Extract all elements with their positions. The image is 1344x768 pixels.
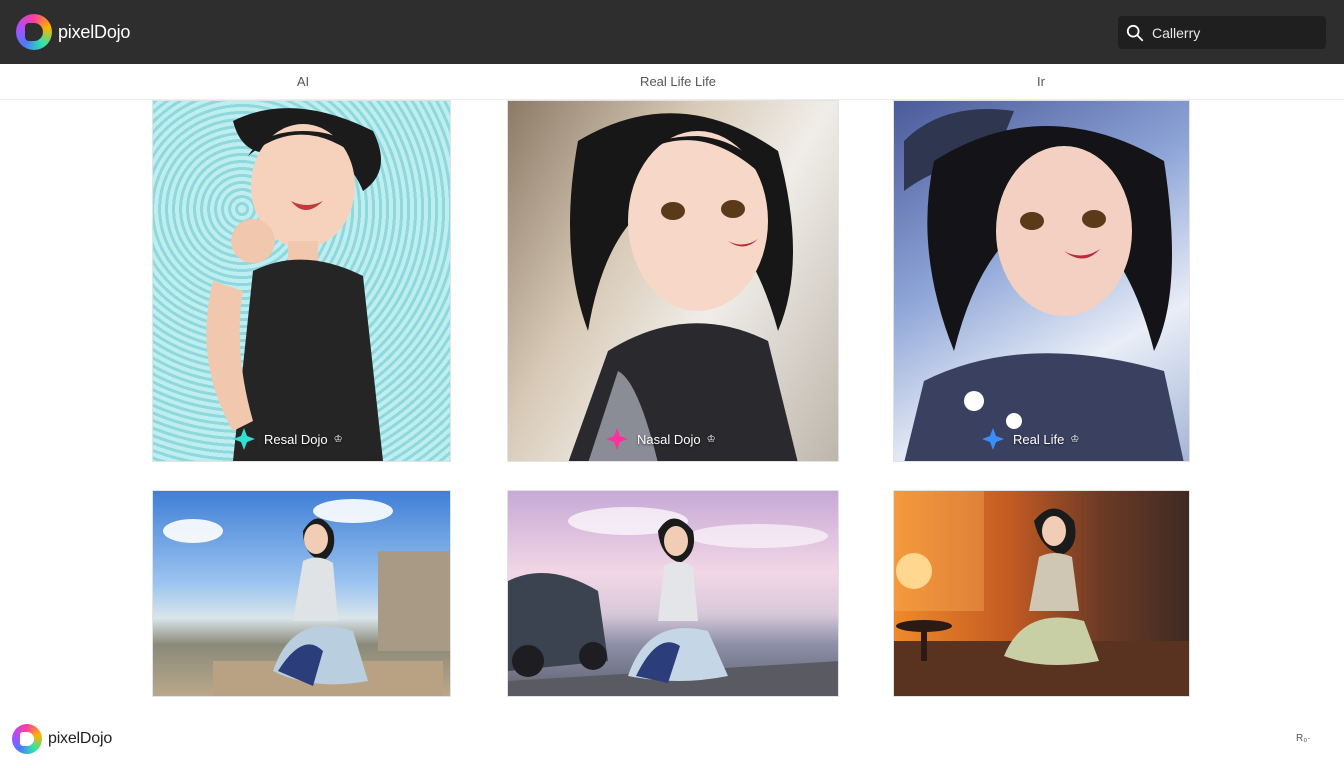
badge-label: Resal Dojo [264, 431, 328, 447]
search-icon [1126, 24, 1144, 41]
tab-ai[interactable]: AI [297, 74, 309, 89]
footer-right-text: R₀· [1296, 733, 1311, 744]
crown-icon: ♔ [1070, 433, 1080, 445]
gallery-card-5[interactable] [507, 490, 839, 697]
sparkle-icon [233, 428, 255, 450]
brand-name: pixelDojo [58, 21, 131, 42]
pixeldojo-logo-icon [16, 14, 52, 50]
brand-logo[interactable]: pixelDojo [16, 14, 130, 50]
sparkle-icon [982, 428, 1004, 450]
footer-brand-name: pixelDojo [48, 730, 113, 747]
portrait-illustration [568, 113, 798, 461]
card-badge: Resal Dojo ♔ [233, 428, 343, 450]
crown-icon: ♔ [333, 433, 343, 445]
gallery-card-1[interactable]: Resal Dojo ♔ [152, 100, 451, 462]
crown-icon: ♔ [706, 433, 716, 445]
gallery-card-6[interactable] [893, 490, 1190, 697]
category-tabs: AI Real Life Life Ir [0, 64, 1344, 100]
card-badge: Nasal Dojo ♔ [606, 428, 716, 450]
tab-real-life[interactable]: Real Life Life [640, 74, 716, 89]
seated-figure-illustration [894, 491, 1189, 696]
card-badge: Real Life ♔ [982, 428, 1079, 450]
badge-label: Nasal Dojo [637, 431, 701, 447]
search-input[interactable] [1152, 24, 1322, 41]
seated-figure-illustration [163, 499, 450, 696]
footer-brand[interactable]: pixelDojo [12, 724, 112, 754]
seated-figure-illustration [508, 507, 838, 696]
search-box[interactable] [1118, 16, 1326, 49]
gallery-card-3[interactable]: Real Life ♔ [893, 100, 1190, 462]
portrait-illustration [904, 109, 1184, 461]
top-bar: pixelDojo [0, 0, 1344, 64]
sparkle-icon [606, 428, 628, 450]
gallery-card-4[interactable] [152, 490, 451, 697]
portrait-illustration [206, 108, 383, 461]
tab-ir[interactable]: Ir [1037, 74, 1045, 89]
pixeldojo-logo-icon [12, 724, 42, 754]
badge-label: Real Life [1013, 431, 1065, 447]
gallery-card-2[interactable]: Nasal Dojo ♔ [507, 100, 839, 462]
